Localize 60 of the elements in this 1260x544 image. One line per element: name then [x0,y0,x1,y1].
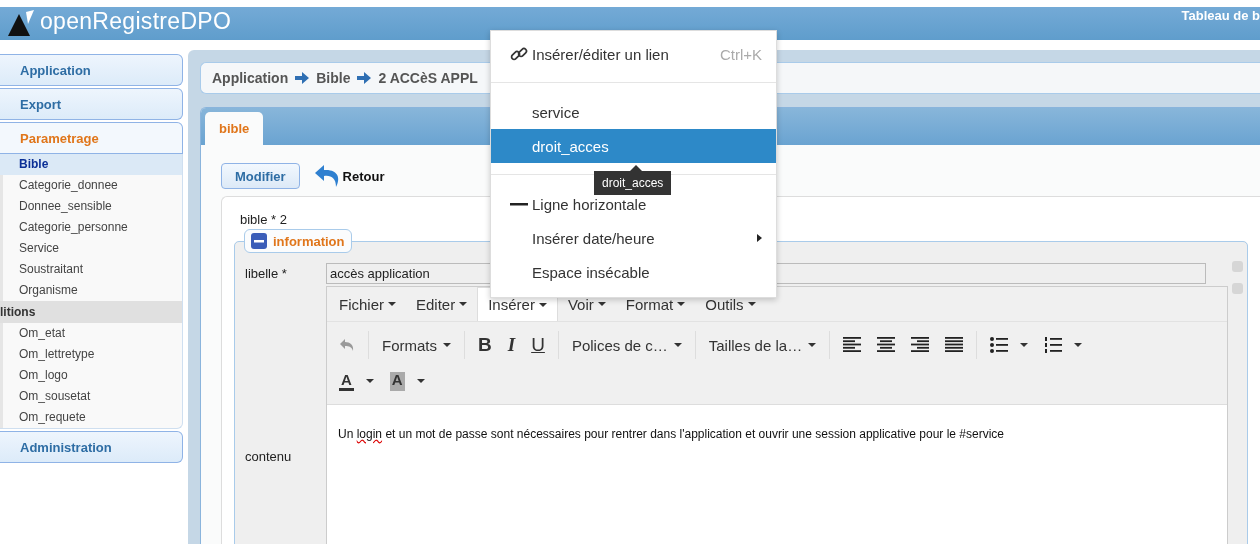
link-icon [510,45,528,63]
submenu-arrow-icon [757,234,762,242]
numbered-list-icon [1044,337,1063,353]
sidebar-item[interactable]: Donnee_sensible [0,196,182,217]
collapse-icon[interactable] [251,233,267,249]
sidebar-item[interactable]: Om_sousetat [0,386,182,407]
arrow-icon [295,72,310,84]
tooltip: droit_acces [594,165,672,195]
sidebar-item[interactable]: Om_logo [0,365,182,386]
italic-button[interactable]: I [499,329,524,361]
drag-handle[interactable] [1232,283,1243,294]
sidebar-section[interactable]: Administration [0,431,183,463]
underline-button[interactable]: U [523,329,553,361]
dropdown-button[interactable]: Tailles de la… [700,329,825,361]
breadcrumb-item[interactable]: Application [212,70,289,86]
sidebar-item[interactable]: Om_requete [0,407,182,428]
bullet-list-icon [990,337,1009,353]
breadcrumb-item[interactable]: 2 ACCèS APPL [378,70,478,86]
dropdown-button[interactable]: Formats [374,329,459,361]
content-paragraph: Un login et un mot de passe sont nécessaires pour rentrer dans l'application et ouvrir une session applicative pour le #service [338,427,1005,441]
menu-bar-item[interactable]: Format [615,287,696,321]
align-left-icon [843,337,862,353]
sidebar-section[interactable]: Application [0,54,183,86]
text-color-button[interactable]: A [331,365,382,397]
align-right-icon [911,337,930,353]
breadcrumb-item[interactable]: Bible [316,70,351,86]
sidebar-group-title: litions [0,301,182,323]
back-link[interactable]: Retour [313,164,385,188]
align-center-icon [877,337,896,353]
menu-item[interactable]: Insérer date/heure [491,221,776,255]
menu-bar-item[interactable]: Editer [406,287,478,321]
justify-icon [945,337,964,353]
menu-bar-item[interactable]: Outils [695,287,766,321]
field-label: libelle * [245,265,288,281]
arrow-icon [357,72,372,84]
horizontal-line-icon [510,202,528,206]
dropdown-button[interactable]: Polices de c… [563,329,690,361]
menu-item[interactable]: Insérer/éditer un lien Ctrl+K [491,37,776,71]
sidebar-section[interactable]: Export [0,88,183,120]
drag-handle[interactable] [1232,261,1243,272]
editor-content[interactable]: Un login et un mot de passe sont nécessaires pour rentrer dans l'application et ouvrir une session applicative pour le #service [327,404,1227,544]
app-logo-text: openRegistreDPO [40,8,232,35]
menu-item[interactable]: Espace insécable [491,255,776,289]
record-title: bible * 2 [239,212,288,227]
sidebar-item[interactable]: Soustraitant [0,259,182,280]
logo-icon [8,10,34,36]
sidebar-item[interactable]: Categorie_personne [0,217,182,238]
field-label: contenu [245,447,293,466]
menu-bar-item[interactable]: Voir [557,287,616,321]
bold-button[interactable]: B [470,329,500,361]
menu-bar-item[interactable]: Fichier [329,287,406,321]
modify-button[interactable]: Modifier [221,163,300,189]
background-color-button[interactable]: A [381,365,433,397]
undo-icon [339,338,355,352]
sidebar-item[interactable]: Service [0,238,182,259]
menu-item[interactable]: service [491,95,776,129]
sidebar-item[interactable]: Om_lettretype [0,344,182,365]
sidebar-item[interactable]: Bible [0,154,182,175]
sidebar-item[interactable]: Categorie_donnee [0,175,182,196]
sidebar-item[interactable]: Om_etat [0,323,182,344]
